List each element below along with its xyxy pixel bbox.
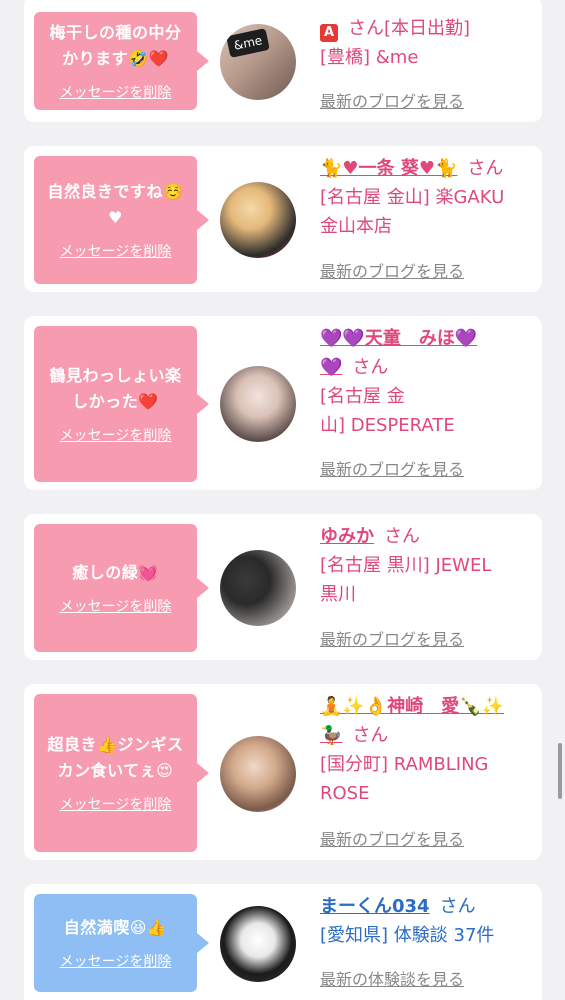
message-bubble: 超良き👍ジンギス カン食いてぇ😍 メッセージを削除 <box>34 694 209 852</box>
message-card: 自然満喫😆👍 メッセージを削除 まーくん034 さん [愛知県] 体験談 37件 … <box>24 884 542 1000</box>
reviewer-name-link[interactable]: まーくん034 <box>320 896 430 917</box>
avatar[interactable]: &me <box>220 24 296 100</box>
shop-info: [名古屋 金 山] DESPERATE <box>320 386 455 436</box>
delete-message-link[interactable]: メッセージを削除 <box>60 82 172 102</box>
honorific: さん <box>352 725 389 746</box>
avatar[interactable] <box>220 736 296 812</box>
honorific: さん <box>352 357 389 378</box>
shop-info: [国分町] RAMBLING ROSE <box>320 754 489 804</box>
message-text: 癒しの緑💓 <box>72 563 159 582</box>
message-card: 癒しの緑💓 メッセージを削除 ゆみか さん [名古屋 黒川] JEWEL 黒川 最… <box>24 514 542 660</box>
message-text: 超良き👍ジンギス カン食いてぇ😍 <box>47 735 184 780</box>
shop-info: [名古屋 黒川] JEWEL 黒川 <box>320 555 492 605</box>
performer-name-link[interactable]: ゆみか <box>320 526 374 547</box>
delete-message-link[interactable]: メッセージを削除 <box>60 241 172 261</box>
shop-info: [豊橋] &me <box>320 47 419 68</box>
message-bubble: 自然良きですね☺️ ♥ メッセージを削除 <box>34 156 209 284</box>
message-bubble: 梅干しの種の中分 かります🤣❤️ メッセージを削除 <box>34 12 209 110</box>
a-badge-icon: A <box>320 24 338 42</box>
performer-name-link[interactable]: 🧘✨👌神崎 愛🍾✨ 🦆 <box>320 696 504 746</box>
honorific: さん <box>439 896 476 917</box>
performer-info: 🧘✨👌神崎 愛🍾✨ 🦆 さん [国分町] RAMBLING ROSE <box>320 692 532 808</box>
avatar[interactable] <box>220 182 296 258</box>
performer-info: 💜💜天童 みほ💜 💜 さん [名古屋 金 山] DESPERATE <box>320 324 532 440</box>
honorific: さん <box>467 158 504 179</box>
message-card: 梅干しの種の中分 かります🤣❤️ メッセージを削除 &me A さん[本日出勤] … <box>24 0 542 122</box>
latest-blog-link[interactable]: 最新のブログを見る <box>320 456 464 480</box>
message-list: 梅干しの種の中分 かります🤣❤️ メッセージを削除 &me A さん[本日出勤] … <box>0 0 565 1000</box>
message-card: 超良き👍ジンギス カン食いてぇ😍 メッセージを削除 🧘✨👌神崎 愛🍾✨ 🦆 さん … <box>24 684 542 860</box>
avatar[interactable] <box>220 366 296 442</box>
latest-blog-link[interactable]: 最新のブログを見る <box>320 626 464 650</box>
performer-info: まーくん034 さん [愛知県] 体験談 37件 <box>320 892 532 950</box>
avatar[interactable] <box>220 906 296 982</box>
delete-message-link[interactable]: メッセージを削除 <box>60 794 172 814</box>
latest-blog-link[interactable]: 最新のブログを見る <box>320 826 464 850</box>
message-card: 鶴見わっしょい楽 しかった❤️ メッセージを削除 💜💜天童 みほ💜 💜 さん [名… <box>24 316 542 490</box>
message-text: 鶴見わっしょい楽 しかった❤️ <box>49 366 182 411</box>
performer-name-link[interactable]: 💜💜天童 みほ💜 💜 <box>320 328 477 378</box>
message-bubble: 自然満喫😆👍 メッセージを削除 <box>34 894 209 992</box>
latest-blog-link[interactable]: 最新のブログを見る <box>320 88 464 112</box>
honorific: さん[本日出勤] <box>348 18 471 39</box>
latest-review-link[interactable]: 最新の体験談を見る <box>320 966 464 990</box>
message-bubble: 鶴見わっしょい楽 しかった❤️ メッセージを削除 <box>34 326 209 482</box>
delete-message-link[interactable]: メッセージを削除 <box>60 425 172 445</box>
avatar[interactable] <box>220 550 296 626</box>
delete-message-link[interactable]: メッセージを削除 <box>60 596 172 616</box>
avatar-label: &me <box>226 28 270 58</box>
review-info: [愛知県] 体験談 37件 <box>320 925 495 946</box>
delete-message-link[interactable]: メッセージを削除 <box>60 951 172 971</box>
performer-info: A さん[本日出勤] [豊橋] &me <box>320 14 532 72</box>
message-text: 梅干しの種の中分 かります🤣❤️ <box>49 23 182 68</box>
scrollbar[interactable] <box>558 743 562 799</box>
performer-name-link[interactable]: 🐈♥一条 葵♥🐈 <box>320 158 457 179</box>
message-text: 自然良きですね☺️ ♥ <box>47 182 184 227</box>
performer-info: ゆみか さん [名古屋 黒川] JEWEL 黒川 <box>320 522 532 609</box>
shop-info: [名古屋 金山] 楽GAKU 金山本店 <box>320 187 505 237</box>
message-text: 自然満喫😆👍 <box>63 918 168 937</box>
honorific: さん <box>384 526 420 547</box>
message-card: 自然良きですね☺️ ♥ メッセージを削除 🐈♥一条 葵♥🐈 さん [名古屋 金山]… <box>24 146 542 292</box>
performer-info: 🐈♥一条 葵♥🐈 さん [名古屋 金山] 楽GAKU 金山本店 <box>320 154 532 241</box>
latest-blog-link[interactable]: 最新のブログを見る <box>320 258 464 282</box>
message-bubble: 癒しの緑💓 メッセージを削除 <box>34 524 209 652</box>
